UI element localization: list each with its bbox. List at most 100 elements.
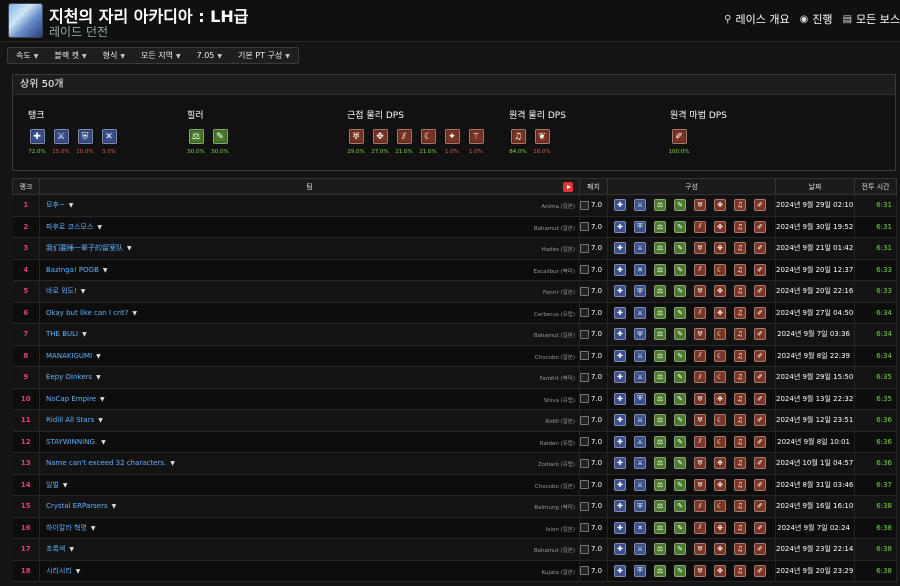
job-dps-icon[interactable]: ♫ [734,199,746,212]
team-name-link[interactable]: 초록색 [46,545,65,553]
job-dps-icon[interactable]: ♫ [734,543,746,556]
job-heal-icon[interactable]: ⚖ [654,543,666,556]
filter-dropdown-5[interactable]: 기본 PT 구성 ▼ [230,48,298,63]
job-dps-icon[interactable]: ♫ [734,349,746,362]
job-dps-icon[interactable]: ⫽ [694,263,706,276]
job-tank-icon[interactable]: ✚ [614,220,626,233]
job-tank-icon[interactable]: ⚔ [634,349,646,362]
job-share[interactable]: ✦ 1.0% [443,129,461,155]
job-dps-icon[interactable]: ✥ [714,285,726,298]
chevron-down-icon[interactable]: ▼ [132,310,137,317]
chevron-down-icon[interactable]: ▼ [96,353,101,360]
team-name-link[interactable]: 바로 외도! [46,287,77,295]
chevron-down-icon[interactable]: ▼ [69,546,74,553]
team-name-link[interactable]: Ridill All Stars [46,416,94,424]
team-name-link[interactable]: Bazinga! POGB [46,266,99,274]
job-dps-icon[interactable]: ⫽ [694,521,706,534]
job-share[interactable]: ✚ 72.0% [28,129,46,155]
job-heal-icon[interactable]: ⚖ [654,521,666,534]
chevron-down-icon[interactable]: ▼ [127,245,132,252]
team-name-link[interactable]: Okay but like can I crit? [46,309,128,317]
job-heal-icon[interactable]: ✎ [674,500,686,513]
job-heal-icon[interactable]: ⚖ [654,500,666,513]
filter-dropdown-1[interactable]: 블랙 캣 ▼ [46,48,94,63]
job-heal-icon[interactable]: ✎ [674,285,686,298]
col-rank-header[interactable]: 랭크 [12,178,40,195]
job-dps-icon[interactable]: ✐ [754,285,766,298]
job-tank-icon[interactable]: ✚ [614,564,626,577]
job-heal-icon[interactable]: ⚖ [654,242,666,255]
job-dps-icon[interactable]: ♅ [694,564,706,577]
table-row[interactable]: 10 NoCap Empire ▼ Shiva (유럽) 7.0 ✚ ⛨ ⚖ ✎ ♅ ✥ ♫ ✐ 2024… [12,388,897,410]
job-share[interactable]: ⚚ 1.0% [467,129,485,155]
job-dps-icon[interactable]: ✐ [754,263,766,276]
job-dps-icon[interactable]: ✥ [714,478,726,491]
team-name-link[interactable]: 파후로 코스모스 [46,223,93,231]
chevron-down-icon[interactable]: ▼ [101,439,106,446]
job-tank-icon[interactable]: ✕ [634,521,646,534]
table-row[interactable]: 13 Name can't exceed 32 characters. ▼ Zodia… [12,452,897,475]
job-dps-icon[interactable]: ✐ [754,500,766,513]
team-name-link[interactable]: THE BULI [46,330,78,338]
job-tank-icon[interactable]: ⚔ [634,371,646,384]
team-name-link[interactable]: Crystal ERParsers [46,502,108,510]
job-dps-icon[interactable]: ✐ [754,414,766,427]
job-dps-icon[interactable]: ♅ [694,457,706,470]
job-tank-icon[interactable]: ✚ [614,457,626,470]
job-tank-icon[interactable]: ✚ [614,500,626,513]
job-dps-icon[interactable]: ♫ [734,457,746,470]
team-name-link[interactable]: 我们要睡一辈子的留室队 [46,244,123,252]
header-nav-1[interactable]: ◉ 진행 [800,11,833,27]
job-tank-icon[interactable]: ✚ [614,349,626,362]
header-nav-0[interactable]: ⚲ 레이스 개요 [724,11,789,27]
team-name-link[interactable]: 하이칼라 혁명 [46,524,87,532]
job-tank-icon[interactable]: ⚔ [634,457,646,470]
team-name-link[interactable]: NoCap Empire [46,395,96,403]
job-tank-icon[interactable]: ✕ [634,263,646,276]
job-tank-icon[interactable]: ✚ [614,242,626,255]
job-dps-icon[interactable]: ♅ [694,414,706,427]
job-tank-icon[interactable]: ⚔ [634,435,646,448]
job-dps-icon[interactable]: ✥ [714,521,726,534]
job-tank-icon[interactable]: ✚ [614,435,626,448]
chevron-down-icon[interactable]: ▼ [76,568,81,575]
table-row[interactable]: 11 Ridill All Stars ▼ Ridill (일본) 7.0 ✚ ⚔ ⚖ ✎ ♅ ☾ ♫… [12,409,897,432]
job-tank-icon[interactable]: ⚔ [634,478,646,491]
job-dps-icon[interactable]: ✐ [754,199,766,212]
chevron-down-icon[interactable]: ▼ [103,267,108,274]
col-time-header[interactable]: 전투 시간 [854,178,897,195]
video-icon[interactable] [580,351,589,361]
video-icon[interactable] [580,372,589,382]
job-dps-icon[interactable]: ♫ [734,392,746,405]
job-dps-icon[interactable]: ✐ [754,457,766,470]
job-dps-icon[interactable]: ✥ [714,220,726,233]
job-heal-icon[interactable]: ✎ [674,564,686,577]
col-date-header[interactable]: 날짜 [775,178,855,195]
job-heal-icon[interactable]: ⚖ [654,414,666,427]
job-tank-icon[interactable]: ⚔ [634,199,646,212]
job-tank-icon[interactable]: ✚ [614,306,626,319]
col-comp-header[interactable]: 구성 [607,178,776,195]
team-name-link[interactable]: Eepy Oinkers [46,373,92,381]
job-dps-icon[interactable]: ⫽ [694,500,706,513]
job-dps-icon[interactable]: ✐ [754,435,766,448]
job-dps-icon[interactable]: ⫽ [694,371,706,384]
job-dps-icon[interactable]: ♫ [734,306,746,319]
table-row[interactable]: 4 Bazinga! POGB ▼ Excalibur (북미) 7.0 ✚ ✕ ⚖ ✎ ⫽ ☾ ♫ ✐… [12,259,897,281]
table-row[interactable]: 12 STAYWINNING. ▼ Raiden (유럽) 7.0 ✚ ⚔ ⚖ ✎ ⫽ ☾ ♫ ✐ 202… [12,431,897,453]
job-tank-icon[interactable]: ✚ [614,478,626,491]
job-dps-icon[interactable]: ✐ [754,242,766,255]
job-dps-icon[interactable]: ⫽ [694,220,706,233]
job-dps-icon[interactable]: ✐ [754,478,766,491]
job-share[interactable]: ❦ 16.0% [533,129,551,155]
table-row[interactable]: 5 바로 외도! ▼ Fenrir (일본) 7.0 ✚ ⛨ ⚖ ✎ ♅ ✥ ♫ ✐ 2024년 9월 2… [12,280,897,303]
chevron-down-icon[interactable]: ▼ [81,288,86,295]
job-tank-icon[interactable]: ⛨ [634,564,646,577]
job-dps-icon[interactable]: ♅ [694,328,706,341]
job-tank-icon[interactable]: ⛨ [634,500,646,513]
video-icon[interactable] [580,308,589,318]
job-dps-icon[interactable]: ♫ [734,564,746,577]
job-dps-icon[interactable]: ✐ [754,564,766,577]
team-name-link[interactable]: MANAKIGUMI [46,352,92,360]
table-row[interactable]: 1 모후~ ▼ Anima (일본) 7.0 ✚ ⚔ ⚖ ✎ ♅ ✥ ♫ ✐ 2024년 9월 29일 0… [12,194,897,217]
